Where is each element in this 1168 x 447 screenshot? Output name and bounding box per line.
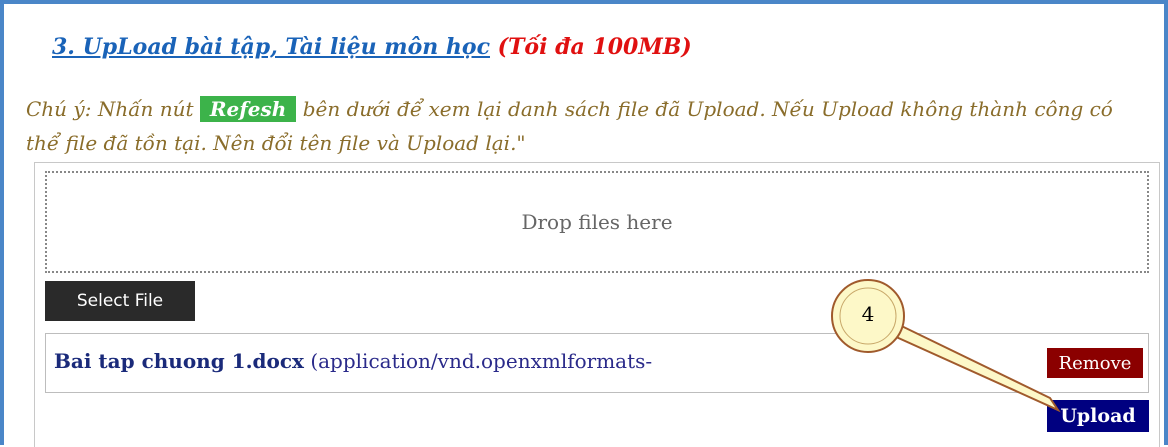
remove-button[interactable]: Remove xyxy=(1047,348,1143,378)
upload-panel: Drop files here Select File Bai tap chuo… xyxy=(34,162,1160,447)
drop-zone[interactable]: Drop files here xyxy=(45,171,1149,273)
section-heading: 3. UpLoad bài tập, Tài liệu môn học (Tối… xyxy=(52,34,692,60)
file-name: Bai tap chuong 1.docx xyxy=(54,349,304,373)
file-type: (application/vnd.openxmlformats- xyxy=(310,349,653,373)
section-title-link[interactable]: 3. UpLoad bài tập, Tài liệu môn học xyxy=(52,34,490,60)
upload-button[interactable]: Upload xyxy=(1047,400,1149,432)
file-info: Bai tap chuong 1.docx (application/vnd.o… xyxy=(54,349,652,373)
drop-zone-label: Drop files here xyxy=(521,210,673,234)
select-file-button[interactable]: Select File xyxy=(45,281,195,321)
refresh-badge: Refesh xyxy=(199,96,297,122)
upload-section-frame: 3. UpLoad bài tập, Tài liệu môn học (Tối… xyxy=(0,0,1168,447)
file-row: Bai tap chuong 1.docx (application/vnd.o… xyxy=(45,333,1149,393)
upload-note: Chú ý: Nhấn nút Refesh bên dưới để xem l… xyxy=(26,92,1146,160)
size-limit-label: (Tối đa 100MB) xyxy=(497,34,692,60)
note-prefix: Chú ý: Nhấn nút xyxy=(26,97,200,121)
callout-number: 4 xyxy=(861,302,875,326)
